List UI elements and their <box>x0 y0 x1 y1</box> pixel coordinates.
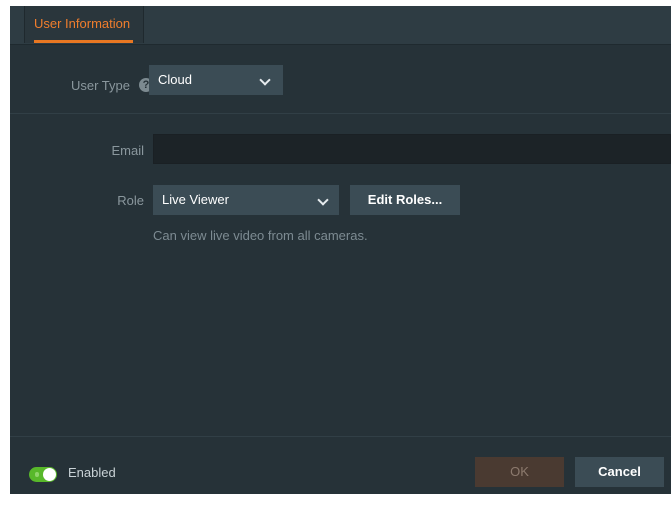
role-description: Can view live video from all cameras. <box>153 228 368 243</box>
chevron-down-icon <box>259 74 271 86</box>
toggle-knob <box>43 468 56 481</box>
section-divider <box>10 113 671 114</box>
enabled-toggle[interactable] <box>29 467 57 482</box>
edit-roles-button[interactable]: Edit Roles... <box>350 185 460 215</box>
user-type-value: Cloud <box>158 72 192 87</box>
role-value: Live Viewer <box>162 192 229 207</box>
user-type-select[interactable]: Cloud <box>149 65 283 95</box>
role-label: Role <box>117 193 144 208</box>
tab-bar: User Information <box>10 6 671 45</box>
cancel-button[interactable]: Cancel <box>575 457 664 487</box>
tab-user-information[interactable]: User Information <box>24 6 144 43</box>
user-dialog: User Information User Type ? Cloud Email… <box>10 6 671 494</box>
user-type-label: User Type <box>70 78 130 93</box>
email-label: Email <box>111 143 144 158</box>
toggle-on-mark <box>35 472 39 477</box>
email-field[interactable] <box>153 134 671 164</box>
chevron-down-icon <box>317 194 329 206</box>
footer-divider <box>10 436 671 437</box>
role-select[interactable]: Live Viewer <box>153 185 339 215</box>
ok-button[interactable]: OK <box>475 457 564 487</box>
enabled-label: Enabled <box>68 465 116 480</box>
